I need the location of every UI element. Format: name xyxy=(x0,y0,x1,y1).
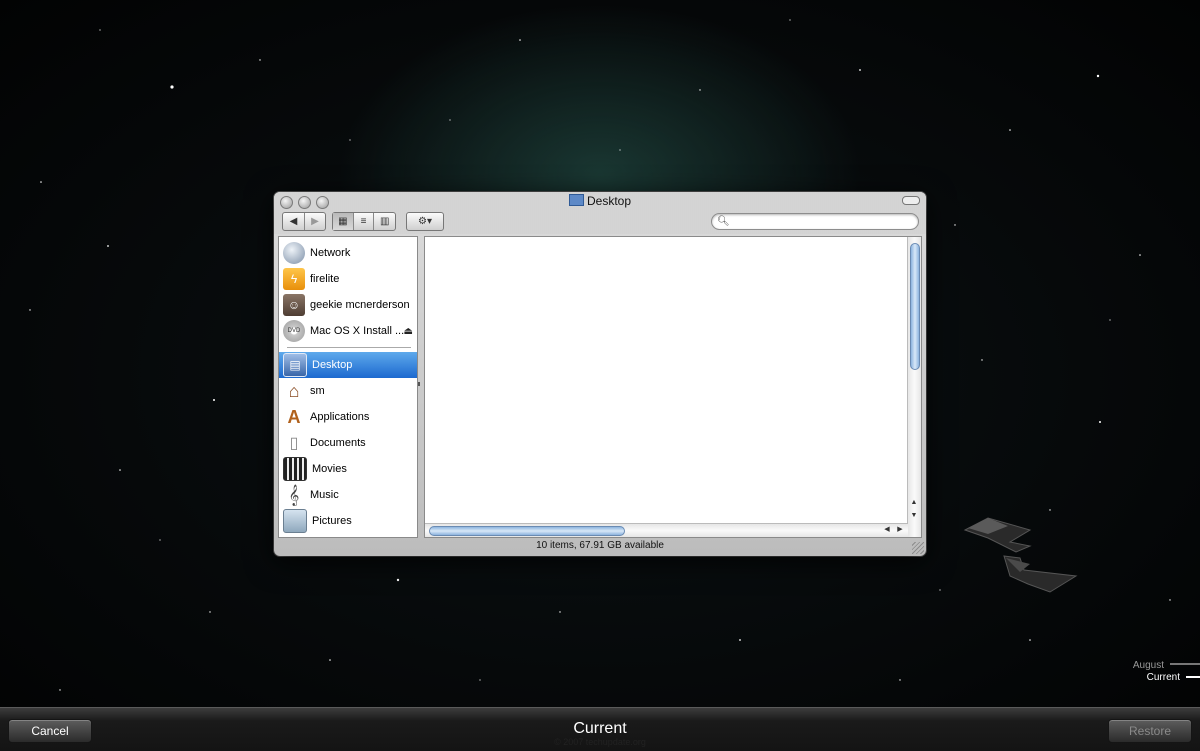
forward-button[interactable]: ▶ xyxy=(305,213,325,230)
eject-icon[interactable]: ⏏ xyxy=(404,326,413,337)
finder-window: Desktop ◀ ▶ ▦ ≡ ▥ ⚙▾ 🔍︎ Network ϟ fireli… xyxy=(274,192,926,556)
sidebar-item-home[interactable]: ⌂ sm xyxy=(279,378,417,404)
sidebar-item-pictures[interactable]: Pictures xyxy=(279,508,417,534)
sidebar: Network ϟ firelite ☺ geekie mcnerderson … xyxy=(278,236,418,538)
window-toolbar: Desktop ◀ ▶ ▦ ≡ ▥ ⚙▾ 🔍︎ xyxy=(274,192,926,234)
timeline-tick-current xyxy=(1186,676,1200,678)
timeline-tick-august xyxy=(1170,663,1200,665)
column-view-button[interactable]: ▥ xyxy=(374,213,395,230)
horizontal-scroll-thumb[interactable] xyxy=(429,526,625,536)
toolbar-toggle-button[interactable] xyxy=(902,196,920,205)
sidebar-item-install-dvd[interactable]: DVD Mac OS X Install ... ⏏ xyxy=(279,318,417,344)
sidebar-item-user[interactable]: ☺ geekie mcnerderson xyxy=(279,292,417,318)
timeline-item-august[interactable]: August xyxy=(1133,660,1164,671)
file-browser-content[interactable]: ▲ ▼ ◀ ▶ xyxy=(424,236,922,538)
list-view-button[interactable]: ≡ xyxy=(354,213,375,230)
window-title: Desktop xyxy=(274,194,926,208)
back-arrow-icon: ◀ xyxy=(289,216,298,227)
globe-icon xyxy=(283,242,305,264)
scroll-left-arrow-icon[interactable]: ◀ xyxy=(881,524,893,536)
view-mode-buttons: ▦ ≡ ▥ xyxy=(332,212,396,231)
vertical-scrollbar[interactable]: ▲ ▼ xyxy=(907,237,921,537)
sidebar-item-desktop[interactable]: ▤ Desktop xyxy=(279,352,417,378)
status-bar: 10 items, 67.91 GB available xyxy=(536,540,664,551)
action-menu-button[interactable]: ⚙▾ xyxy=(406,212,444,231)
scroll-down-arrow-icon[interactable]: ▼ xyxy=(908,510,920,522)
vertical-scroll-thumb[interactable] xyxy=(910,243,920,370)
sidebar-item-music[interactable]: 𝄞 Music xyxy=(279,482,417,508)
dvd-icon: DVD xyxy=(283,320,305,342)
music-icon: 𝄞 xyxy=(288,484,300,505)
back-button[interactable]: ◀ xyxy=(283,213,305,230)
list-icon: ≡ xyxy=(360,216,367,227)
pictures-icon xyxy=(283,509,307,533)
forward-arrow-icon: ▶ xyxy=(311,216,319,227)
gear-icon: ⚙▾ xyxy=(418,216,432,227)
footer-copyright: © 2007 techupdate.org xyxy=(554,737,646,747)
documents-icon: ▯ xyxy=(289,435,299,452)
sidebar-splitter[interactable] xyxy=(416,236,422,536)
search-field[interactable]: 🔍︎ xyxy=(711,213,919,230)
sidebar-divider xyxy=(287,347,411,348)
resize-grip-icon[interactable] xyxy=(912,542,924,554)
home-icon: ⌂ xyxy=(288,380,300,401)
desktop-icon: ▤ xyxy=(283,353,307,377)
search-icon: 🔍︎ xyxy=(717,216,730,227)
back-in-time-arrow-icon[interactable] xyxy=(963,517,1032,553)
sidebar-item-firelite[interactable]: ϟ firelite xyxy=(279,266,417,292)
sidebar-item-applications[interactable]: A Applications xyxy=(279,404,417,430)
restore-button[interactable]: Restore xyxy=(1108,719,1192,743)
movies-icon xyxy=(283,457,307,481)
time-navigation-arrows xyxy=(963,517,1078,593)
firewire-drive-icon: ϟ xyxy=(283,268,305,290)
grid-icon: ▦ xyxy=(338,216,348,227)
horizontal-scrollbar[interactable]: ◀ ▶ xyxy=(425,523,908,537)
scroll-right-arrow-icon[interactable]: ▶ xyxy=(894,524,906,536)
sidebar-item-network[interactable]: Network xyxy=(279,240,417,266)
icon-view-button[interactable]: ▦ xyxy=(333,213,354,230)
timeline-item-current[interactable]: Current xyxy=(1147,672,1180,683)
sidebar-item-documents[interactable]: ▯ Documents xyxy=(279,430,417,456)
columns-icon: ▥ xyxy=(379,216,390,227)
folder-icon xyxy=(568,194,584,206)
sidebar-item-movies[interactable]: Movies xyxy=(279,456,417,482)
time-machine-bottom-bar: Cancel Current © 2007 techupdate.org Res… xyxy=(0,707,1200,751)
applications-icon: A xyxy=(287,406,301,427)
user-photo-icon: ☺ xyxy=(283,294,305,316)
forward-in-time-arrow-icon[interactable] xyxy=(1003,555,1078,593)
scroll-up-arrow-icon[interactable]: ▲ xyxy=(908,497,920,509)
current-time-title: Current xyxy=(573,720,627,737)
back-forward-buttons: ◀ ▶ xyxy=(282,212,326,231)
